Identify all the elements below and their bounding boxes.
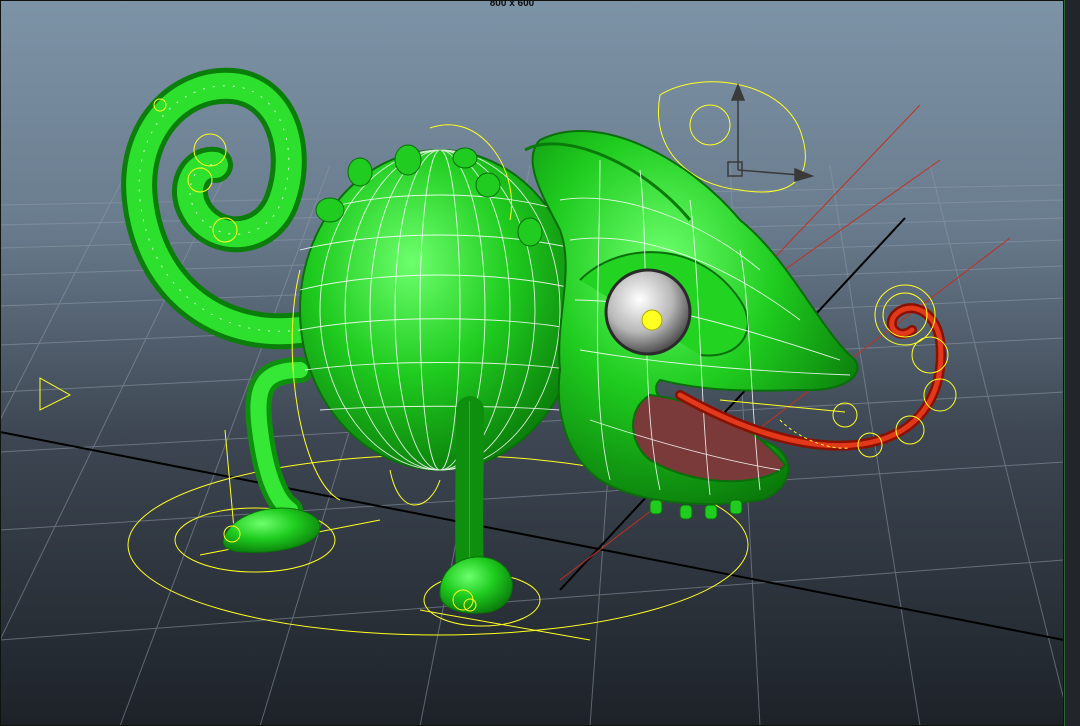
3d-viewport[interactable]: 800 x 600	[0, 0, 1064, 726]
chameleon-body[interactable]	[299, 144, 581, 471]
camera-marker-icon[interactable]	[39, 377, 72, 411]
back-leg[interactable]	[222, 357, 321, 553]
viewport-scene	[0, 67, 1064, 726]
viewport-side-strip	[1064, 0, 1080, 726]
chameleon-tail[interactable]	[121, 67, 318, 350]
resolution-gate-label: 800 x 600	[489, 0, 535, 9]
move-manipulator-icon[interactable]	[727, 82, 815, 183]
chameleon-head[interactable]	[524, 130, 859, 520]
